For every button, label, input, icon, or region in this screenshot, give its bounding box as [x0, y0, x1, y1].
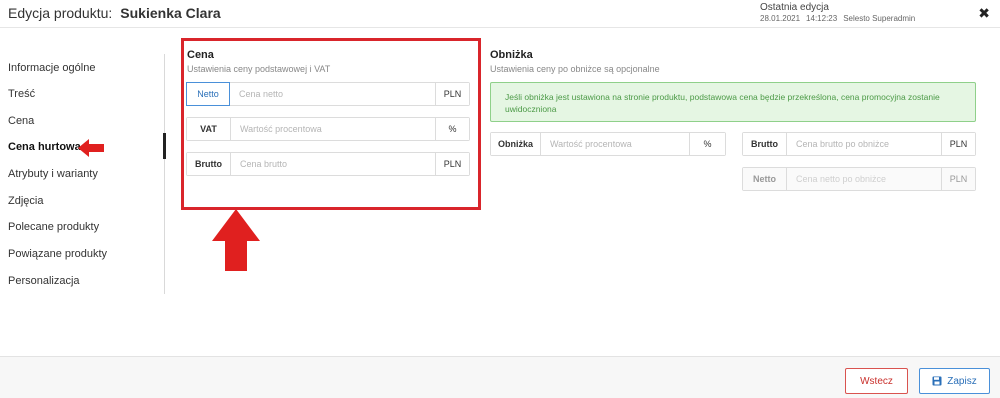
sidebar-item-zdjecia[interactable]: Zdjęcia: [8, 195, 43, 207]
brutto-input-group: Brutto PLN: [186, 152, 470, 176]
netto-input-group: Netto PLN: [186, 82, 470, 106]
discount-netto-input: [787, 168, 941, 190]
discount-brutto-input-group: Brutto PLN: [742, 132, 976, 156]
discount-netto-unit: PLN: [941, 168, 975, 190]
discount-netto-label: Netto: [743, 168, 787, 190]
brutto-label: Brutto: [187, 153, 231, 175]
last-edit-title: Ostatnia edycja: [760, 2, 829, 13]
discount-brutto-input[interactable]: [787, 133, 941, 155]
save-button-label: Zapisz: [947, 375, 977, 387]
discount-unit: %: [689, 133, 725, 155]
vat-percent-input[interactable]: [231, 118, 435, 140]
discount-percent-input[interactable]: [541, 133, 689, 155]
discount-netto-input-group: Netto PLN: [742, 167, 976, 191]
vat-input-group: VAT %: [186, 117, 470, 141]
price-section-subtitle: Ustawienia ceny podstawowej i VAT: [187, 64, 331, 74]
sidebar-item-cena-hurtowa[interactable]: Cena hurtowa: [8, 141, 81, 153]
sidebar-active-indicator: [163, 133, 166, 159]
vat-unit: %: [435, 118, 469, 140]
discount-label: Obniżka: [491, 133, 541, 155]
sidebar-divider: [164, 54, 165, 294]
brutto-unit: PLN: [435, 153, 469, 175]
sidebar-item-tresc[interactable]: Treść: [8, 88, 35, 100]
sidebar-item-polecane-produkty[interactable]: Polecane produkty: [8, 221, 99, 233]
discount-input-group: Obniżka %: [490, 132, 726, 156]
back-button[interactable]: Wstecz: [845, 368, 908, 394]
netto-price-input[interactable]: [230, 83, 435, 105]
discount-info-alert: Jeśli obniżka jest ustawiona na stronie …: [490, 82, 976, 122]
sidebar-item-powiazane-produkty[interactable]: Powiązane produkty: [8, 248, 107, 260]
page-title-label: Edycja produktu:: [8, 5, 113, 21]
sidebar-item-cena[interactable]: Cena: [8, 115, 34, 127]
page-title: Edycja produktu: Sukienka Clara: [8, 5, 221, 21]
price-section-title: Cena: [187, 49, 214, 61]
sidebar-item-informacje-ogolne[interactable]: Informacje ogólne: [8, 62, 95, 74]
save-button[interactable]: Zapisz: [919, 368, 990, 394]
arrow-up-annotation-icon: [212, 209, 260, 271]
sidebar-item-atrybuty-i-warianty[interactable]: Atrybuty i warianty: [8, 168, 98, 180]
discount-brutto-label: Brutto: [743, 133, 787, 155]
floppy-disk-icon: [932, 376, 942, 386]
brutto-price-input[interactable]: [231, 153, 435, 175]
vat-label: VAT: [187, 118, 231, 140]
arrow-left-annotation-icon: [78, 139, 104, 157]
last-edit-time: 14:12:23: [806, 14, 838, 23]
netto-unit: PLN: [435, 83, 469, 105]
last-edit-user: Selesto Superadmin: [843, 14, 916, 23]
close-icon[interactable]: ✖: [978, 5, 990, 22]
discount-section-subtitle: Ustawienia ceny po obniżce są opcjonalne: [490, 64, 660, 74]
netto-label: Netto: [186, 82, 230, 106]
last-edit-meta: 28.01.2021 14:12:23 Selesto Superadmin: [760, 14, 921, 24]
modal-header: Edycja produktu: Sukienka Clara Ostatnia …: [0, 0, 1000, 28]
last-edit-date: 28.01.2021: [760, 14, 801, 23]
last-edit-info: Ostatnia edycja 28.01.2021 14:12:23 Selest…: [760, 3, 921, 24]
sidebar-item-personalizacja[interactable]: Personalizacja: [8, 275, 80, 287]
discount-section-title: Obniżka: [490, 49, 533, 61]
modal-footer: Wstecz Zapisz: [0, 356, 1000, 398]
product-name: Sukienka Clara: [120, 5, 221, 21]
discount-brutto-unit: PLN: [941, 133, 975, 155]
